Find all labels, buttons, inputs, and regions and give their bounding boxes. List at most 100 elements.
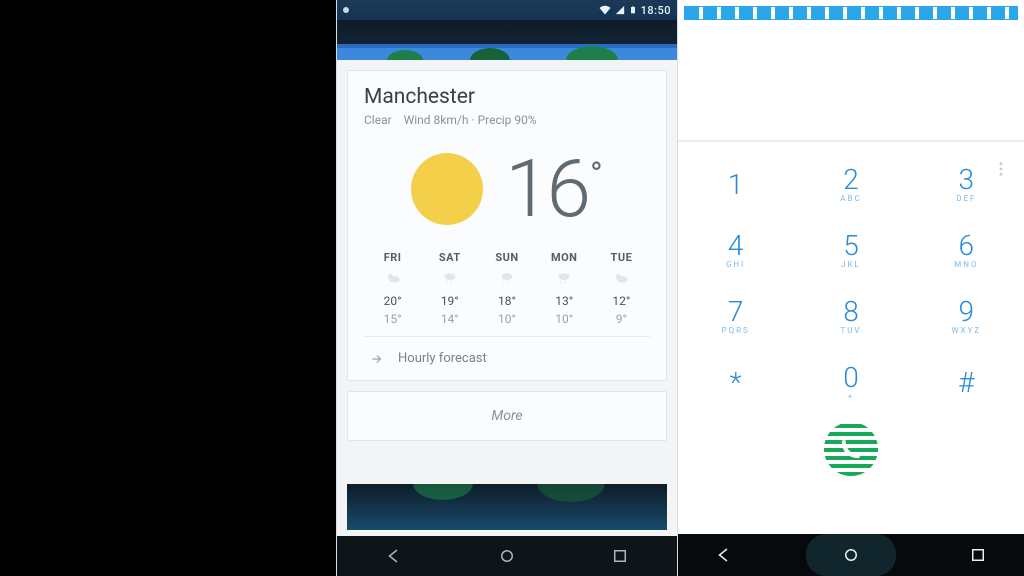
forecast-day: MON 13° 10°	[536, 251, 593, 326]
more-label: More	[491, 408, 522, 424]
dialer-number-field[interactable]	[678, 68, 1024, 142]
key-digit: 7	[728, 295, 744, 328]
forecast-high: 19°	[421, 294, 478, 308]
forecast-day-label: TUE	[593, 251, 650, 264]
status-bar: 18:50	[337, 0, 677, 20]
key-letters: TUV	[840, 326, 861, 335]
dialpad-key-hash[interactable]: #	[909, 348, 1024, 414]
status-time: 18:50	[641, 4, 671, 17]
dialpad-key-2[interactable]: 2ABC	[793, 150, 908, 216]
weather-precip: Precip 90%	[468, 113, 536, 127]
battery-icon	[629, 4, 637, 16]
more-card[interactable]: More	[347, 391, 667, 441]
key-letters: PQRS	[722, 326, 750, 335]
key-digit: 3	[959, 163, 975, 196]
weather-condition: Clear	[364, 113, 392, 127]
card-scroll-area[interactable]: Manchester Clear Wind 8km/hPrecip 90% 16…	[337, 60, 677, 536]
forecast-day-label: MON	[536, 251, 593, 264]
nav-home-icon[interactable]	[498, 547, 516, 565]
partly-cloudy-icon	[364, 270, 421, 286]
nav-recent-icon[interactable]	[969, 546, 987, 564]
bottom-hero-image	[347, 484, 667, 530]
dialpad-key-7[interactable]: 7PQRS	[678, 282, 793, 348]
forecast-low: 14°	[421, 312, 478, 326]
weather-hero-image	[337, 20, 677, 60]
key-digit: 9	[959, 295, 975, 328]
arrow-right-icon	[370, 352, 384, 366]
phone-icon	[840, 438, 862, 460]
signal-icon	[615, 4, 625, 16]
key-letters: WXYZ	[951, 326, 981, 335]
key-digit: 4	[728, 229, 744, 262]
nav-bar	[337, 536, 677, 576]
key-letters: +	[848, 392, 855, 401]
forecast-low: 10°	[536, 312, 593, 326]
forecast-high: 18°	[478, 294, 535, 308]
key-letters: MNO	[954, 260, 978, 269]
forecast-row: FRI 20° 15° SAT 19° 14° SUN 18° 10°	[364, 251, 650, 336]
letterbox-left	[0, 0, 336, 576]
degree-symbol: °	[590, 155, 603, 195]
forecast-low: 10°	[478, 312, 535, 326]
key-digit: 2	[843, 163, 859, 196]
notification-dot-icon	[343, 7, 349, 13]
nav-back-icon[interactable]	[715, 546, 733, 564]
forecast-low: 9°	[593, 312, 650, 326]
forecast-high: 13°	[536, 294, 593, 308]
forecast-high: 12°	[593, 294, 650, 308]
phone-dialer: 1 2ABC 3DEF 4GHI 5JKL 6MNO 7PQRS 8TUV 9W…	[678, 0, 1024, 576]
key-digit: #	[958, 366, 974, 399]
forecast-day-label: FRI	[364, 251, 421, 264]
forecast-day: SUN 18° 10°	[478, 251, 535, 326]
hourly-forecast-button[interactable]: Hourly forecast	[364, 336, 650, 380]
dialer-top-bar	[684, 6, 1018, 20]
key-digit: 8	[843, 295, 859, 328]
key-letters: JKL	[841, 260, 861, 269]
nav-back-icon[interactable]	[385, 547, 403, 565]
dialpad-key-9[interactable]: 9WXYZ	[909, 282, 1024, 348]
phone-weather: 18:50 Manchester Clear Wind 8km/hPrecip …	[336, 0, 678, 576]
forecast-day: FRI 20° 15°	[364, 251, 421, 326]
forecast-low: 15°	[364, 312, 421, 326]
forecast-day-label: SAT	[421, 251, 478, 264]
forecast-day: SAT 19° 14°	[421, 251, 478, 326]
dialpad-key-0[interactable]: 0+	[793, 348, 908, 414]
sun-icon	[411, 153, 483, 225]
key-digit: 6	[959, 229, 975, 262]
nav-bar	[678, 534, 1024, 576]
more-vert-icon[interactable]	[992, 160, 1010, 178]
weather-card[interactable]: Manchester Clear Wind 8km/hPrecip 90% 16…	[347, 70, 667, 381]
dialpad: 1 2ABC 3DEF 4GHI 5JKL 6MNO 7PQRS 8TUV 9W…	[678, 142, 1024, 422]
wifi-icon	[599, 4, 611, 16]
forecast-high: 20°	[364, 294, 421, 308]
partly-cloudy-icon	[593, 270, 650, 286]
rain-icon	[536, 270, 593, 286]
rain-icon	[478, 270, 535, 286]
key-letters: GHI	[726, 260, 745, 269]
dialpad-key-star[interactable]: *	[678, 348, 793, 414]
forecast-day-label: SUN	[478, 251, 535, 264]
dialpad-key-6[interactable]: 6MNO	[909, 216, 1024, 282]
key-digit: 0	[843, 361, 859, 394]
current-weather: 16 °	[364, 145, 650, 251]
key-letters: DEF	[956, 194, 976, 203]
nav-home-highlight[interactable]	[806, 534, 896, 576]
key-digit: 1	[728, 168, 744, 201]
key-digit: 5	[843, 229, 859, 262]
weather-city: Manchester	[364, 85, 650, 109]
dialpad-key-1[interactable]: 1	[678, 150, 793, 216]
key-letters: ABC	[840, 194, 861, 203]
current-temp: 16	[505, 149, 588, 229]
weather-subtitle: Clear Wind 8km/hPrecip 90%	[364, 113, 650, 127]
dialpad-key-4[interactable]: 4GHI	[678, 216, 793, 282]
hourly-forecast-label: Hourly forecast	[398, 351, 487, 366]
rain-icon	[421, 270, 478, 286]
call-button[interactable]	[824, 422, 878, 476]
nav-home-icon	[842, 546, 860, 564]
forecast-day: TUE 12° 9°	[593, 251, 650, 326]
key-digit: *	[730, 366, 742, 399]
dialpad-key-5[interactable]: 5JKL	[793, 216, 908, 282]
dialpad-key-8[interactable]: 8TUV	[793, 282, 908, 348]
weather-wind: Wind 8km/h	[395, 113, 469, 127]
nav-recent-icon[interactable]	[611, 547, 629, 565]
